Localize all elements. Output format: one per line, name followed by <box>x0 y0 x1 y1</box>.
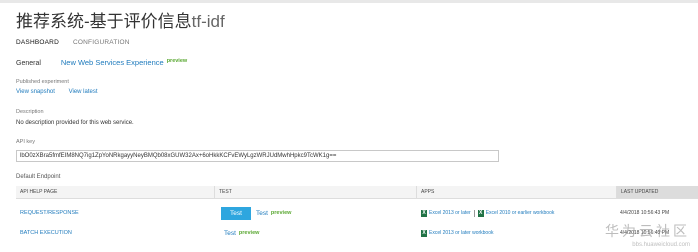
test-preview-link[interactable]: Test <box>256 210 268 217</box>
general-row: General New Web Services Experience previ… <box>16 58 187 67</box>
api-help-cell: BATCH EXECUTION <box>16 224 214 242</box>
description-text: No description provided for this web ser… <box>16 120 134 126</box>
top-bar <box>0 0 698 3</box>
api-help-cell: REQUEST/RESPONSE <box>16 204 214 222</box>
api-key-label: API key <box>16 139 35 145</box>
column-header-apps: APPS <box>416 186 615 198</box>
tab-bar: DASHBOARD CONFIGURATION <box>16 39 142 46</box>
batch-execution-link[interactable]: BATCH EXECUTION <box>16 230 72 236</box>
table-row: BATCH EXECUTION Test preview X Excel 2013… <box>16 224 698 242</box>
test-cell: Test preview <box>224 224 420 242</box>
column-header-last-updated: LAST UPDATED <box>616 186 698 198</box>
last-updated-cell: 4/4/2018 10:56:43 PM <box>616 204 698 222</box>
apps-cell: X Excel 2013 or later X Excel 2010 or ea… <box>421 204 617 222</box>
new-web-services-experience-link[interactable]: New Web Services Experience <box>61 58 164 67</box>
view-snapshot-link[interactable]: View snapshot <box>16 89 55 95</box>
test-preview-link[interactable]: Test <box>224 230 236 237</box>
watermark: 华为云社区 bbs.huaweicloud.com <box>605 221 690 248</box>
excel-icon: X <box>421 229 427 237</box>
excel-2013-link[interactable]: Excel 2013 or later <box>429 210 471 216</box>
last-updated-value: 4/4/2018 10:56:43 PM <box>620 210 670 216</box>
watermark-brand: 华为云社区 <box>605 223 690 239</box>
apps-cell: X Excel 2013 or later workbook <box>421 224 617 242</box>
column-header-test: TEST <box>214 186 415 198</box>
default-endpoint-label: Default Endpoint <box>16 174 61 180</box>
published-experiment-label: Published experiment <box>16 79 69 85</box>
request-response-link[interactable]: REQUEST/RESPONSE <box>16 210 79 216</box>
page-title-main: 推荐系统-基于评价信息 <box>16 12 192 31</box>
column-header-api-help-page: API HELP PAGE <box>20 189 58 195</box>
description-label: Description <box>16 109 44 115</box>
excel-2010-link[interactable]: Excel 2010 or earlier workbook <box>486 210 555 216</box>
excel-2013-workbook-link[interactable]: Excel 2013 or later workbook <box>429 230 493 236</box>
table-header: API HELP PAGE TEST APPS LAST UPDATED <box>16 186 698 199</box>
tab-dashboard[interactable]: DASHBOARD <box>16 39 59 46</box>
test-cell: Test Test preview <box>221 204 417 222</box>
page-title: 推荐系统-基于评价信息tf-idf <box>16 7 225 32</box>
excel-icon: X <box>477 209 484 217</box>
table-row: REQUEST/RESPONSE Test Test preview X Exce… <box>16 204 698 222</box>
preview-badge: preview <box>166 58 188 64</box>
tab-configuration[interactable]: CONFIGURATION <box>73 39 130 46</box>
view-latest-link[interactable]: View latest <box>69 89 98 95</box>
page-title-suffix: tf-idf <box>191 12 225 31</box>
preview-badge: preview <box>270 210 292 216</box>
endpoint-table: API HELP PAGE TEST APPS LAST UPDATED REQ… <box>16 186 698 237</box>
excel-icon: X <box>421 209 427 217</box>
test-button[interactable]: Test <box>221 206 251 220</box>
general-label: General <box>16 60 41 67</box>
watermark-url: bbs.huaweicloud.com <box>632 242 690 248</box>
api-key-field[interactable]: lbO0zXBra5fmfEIM8NQ7ig1ZpYoNRkgayyNeyBMQ… <box>16 150 499 162</box>
separator <box>473 209 475 217</box>
published-experiment-links: View snapshot View latest <box>16 89 98 95</box>
preview-badge: preview <box>238 230 260 236</box>
